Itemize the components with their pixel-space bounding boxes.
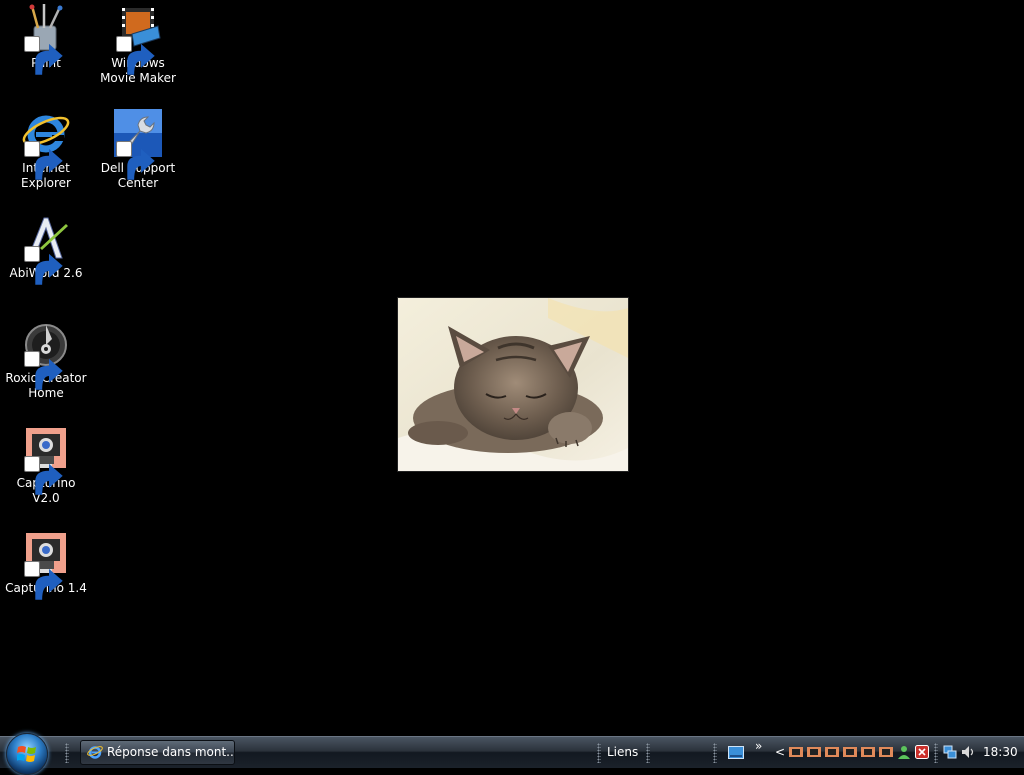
shortcut-arrow-icon [24, 456, 63, 495]
movie-maker-icon [114, 4, 162, 75]
shortcut-arrow-icon [24, 246, 63, 285]
shortcut-arrow-icon [24, 141, 63, 180]
windows-logo-icon [17, 746, 36, 762]
network-activity-icon[interactable] [807, 745, 821, 759]
toolbar-grip[interactable] [934, 743, 938, 763]
network-activity-icon[interactable] [825, 745, 839, 759]
toolbar-grip[interactable] [597, 743, 601, 763]
shortcut-arrow-icon [24, 36, 63, 75]
toolbar-grip[interactable] [713, 743, 717, 763]
show-desktop-icon[interactable] [728, 746, 744, 759]
system-clock[interactable]: 18:30 [983, 737, 1018, 768]
abiword-icon [22, 214, 70, 285]
desktop-icon-dell-support[interactable]: Dell Support Center [92, 107, 184, 191]
shortcut-arrow-icon [24, 561, 63, 600]
desktop-icon-capturino-1-4[interactable]: Capturino 1.4 [0, 527, 92, 600]
volume-icon[interactable] [961, 745, 975, 759]
quick-launch-chevron[interactable]: » [755, 731, 762, 762]
desktop-icon-abiword[interactable]: AbiWord 2.6 [0, 212, 92, 285]
user-status-icon[interactable] [897, 745, 911, 759]
toolbar-grip[interactable] [65, 743, 69, 763]
network-activity-icon[interactable] [843, 745, 857, 759]
network-activity-icon[interactable] [789, 745, 803, 759]
desktop: Paint Windows Movie Maker Internet Explo… [0, 0, 1024, 736]
start-button[interactable] [6, 733, 48, 775]
shortcut-arrow-icon [116, 36, 155, 75]
desktop-icon-roxio[interactable]: Roxio Creator Home [0, 317, 92, 401]
taskbar: Réponse dans mont... Liens » < 18:30 [0, 733, 1024, 775]
sleeping-kitten-photo [397, 297, 629, 472]
desktop-icon-capturino-v2[interactable]: Capturino V2.0 [0, 422, 92, 506]
desktop-icon-movie-maker[interactable]: Windows Movie Maker [92, 2, 184, 86]
roxio-icon [22, 319, 70, 390]
internet-explorer-icon [87, 746, 103, 759]
capturino-icon [22, 529, 70, 600]
toolbar-grip[interactable] [646, 743, 650, 763]
close-red-icon[interactable] [915, 745, 929, 759]
tray-expand-chevron[interactable]: < [775, 737, 785, 768]
dell-support-icon [114, 109, 162, 180]
shortcut-arrow-icon [116, 141, 155, 180]
taskbar-button-label: Réponse dans mont... [107, 745, 235, 759]
internet-explorer-icon [22, 109, 70, 180]
network-activity-icon[interactable] [861, 745, 875, 759]
desktop-icon-paint[interactable]: Paint [0, 2, 92, 75]
shortcut-arrow-icon [24, 351, 63, 390]
capturino-icon [22, 424, 70, 495]
taskbar-button-ie-window[interactable]: Réponse dans mont... [80, 740, 235, 765]
links-toolbar-label[interactable]: Liens [607, 737, 638, 768]
network-icon[interactable] [943, 745, 957, 759]
desktop-icon-internet-explorer[interactable]: Internet Explorer [0, 107, 92, 191]
network-activity-icon[interactable] [879, 745, 893, 759]
paint-icon [22, 4, 70, 75]
